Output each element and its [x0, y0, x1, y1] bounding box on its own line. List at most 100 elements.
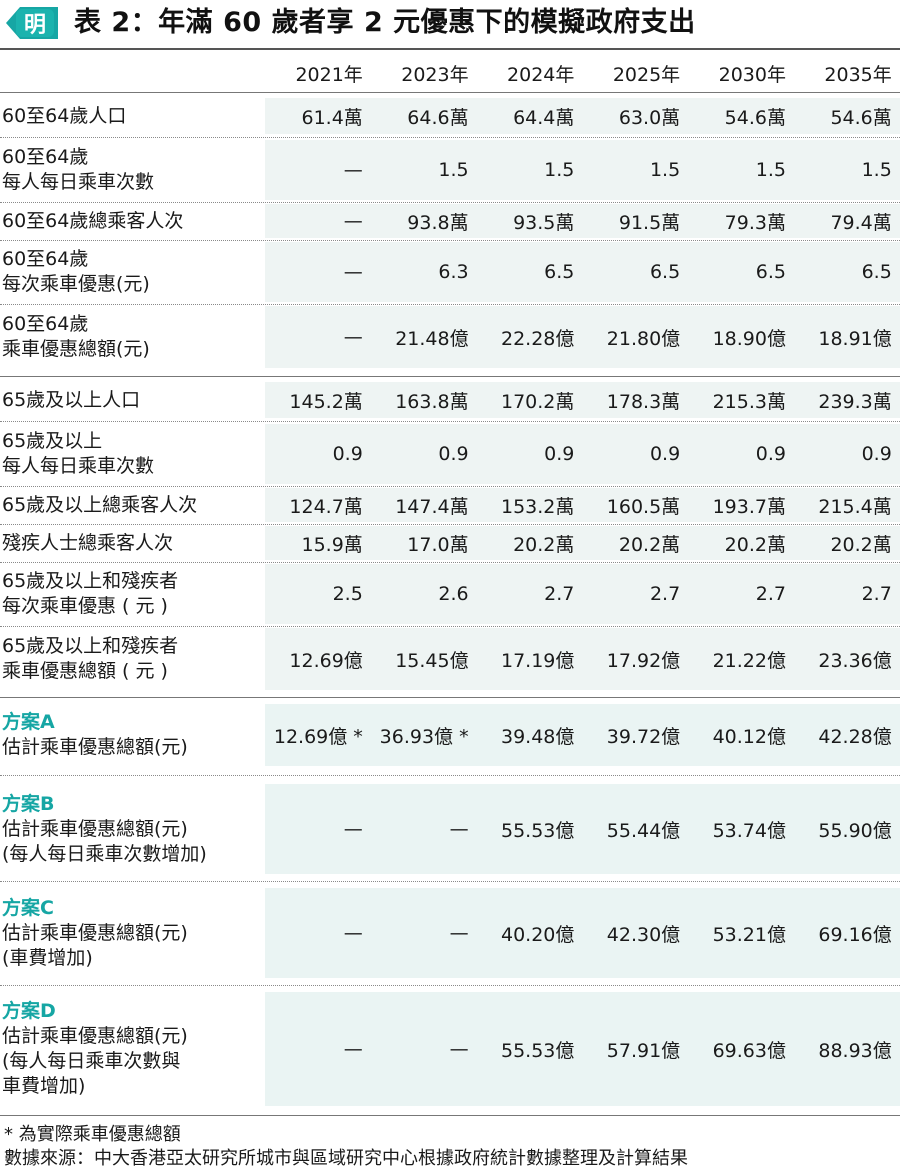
table-cell: 55.53億 — [500, 1039, 575, 1062]
table-cell: 57.91億 — [606, 1039, 681, 1062]
row-label: 60至64歲 每人每日乘車次數 — [2, 140, 264, 200]
table-cell: 160.5萬 — [606, 495, 681, 518]
table-cell: 163.8萬 — [395, 390, 469, 413]
row-cells: — 93.8萬 93.5萬 91.5萬 79.3萬 79.4萬 — [265, 204, 900, 238]
row-label-line: (每人每日乘車次數與 — [2, 1050, 181, 1072]
scheme-label: 方案C — [2, 896, 54, 919]
table-cell: 170.2萬 — [500, 390, 575, 413]
row-label-line: 估計乘車優惠總額(元) — [2, 736, 188, 758]
table-cell: — — [343, 159, 363, 181]
row-label-line: 60至64歲 — [2, 146, 89, 168]
table-cell: 18.90億 — [712, 327, 786, 350]
table-cell: 54.6萬 — [724, 106, 786, 129]
table-cell: 193.7萬 — [712, 495, 786, 518]
table-cell: 40.12億 — [712, 725, 786, 748]
table-cell: 17.0萬 — [407, 533, 469, 556]
table-cell: — — [449, 922, 469, 944]
table-cell: 2.6 — [438, 583, 469, 605]
logo-text: 明 — [24, 12, 46, 38]
column-header: 2035年 — [824, 63, 892, 86]
table-cell: — — [343, 326, 363, 348]
table-cell: 0.9 — [544, 443, 575, 465]
row-label-line: 65歲及以上和殘疾者 — [2, 635, 179, 657]
row-label-line: 每次乘車優惠(元) — [2, 273, 150, 295]
table-cell: 1.5 — [649, 159, 681, 181]
table-cell: 239.3萬 — [818, 390, 892, 413]
table-row: 65歲及以上人口 145.2萬 163.8萬 170.2萬 178.3萬 215.3萬 23… — [0, 382, 900, 418]
table-cell: 39.48億 — [500, 725, 575, 748]
page-title: 表 2：年滿 60 歲者享 2 元優惠下的模擬政府支出 — [74, 7, 696, 38]
table-row: 65歲及以上和殘疾者 每次乘車優惠 ( 元 ) 2.5 2.6 2.7 2.7 2.7 2.7 — [0, 564, 900, 624]
table-cell: 42.30億 — [606, 923, 681, 946]
table-cell: 17.19億 — [500, 649, 575, 672]
table-cell: 20.2萬 — [618, 533, 681, 556]
row-label-line: 每人每日乘車次數 — [2, 455, 155, 477]
row-label: 65歲及以上人口 — [2, 382, 264, 418]
table-cell: 147.4萬 — [395, 495, 469, 518]
table-cell: 61.4萬 — [301, 106, 363, 129]
row-cells: — — 55.53億 57.91億 69.63億 88.93億 — [265, 992, 900, 1106]
table-cell: 93.8萬 — [407, 211, 469, 234]
table-row: 殘疾人士總乘客人次 15.9萬 17.0萬 20.2萬 20.2萬 20.2萬 20.2萬 — [0, 526, 900, 560]
table-cell: 12.69億 * — [273, 725, 363, 748]
table-cell: 2.7 — [755, 583, 786, 605]
row-cells: 61.4萬 64.6萬 64.4萬 63.0萬 54.6萬 54.6萬 — [265, 98, 900, 134]
table-cell: 79.3萬 — [724, 211, 786, 234]
row-label-line: (車費增加) — [2, 946, 93, 969]
table-cell: 69.16億 — [818, 923, 892, 946]
table-cell: 39.72億 — [606, 725, 681, 748]
table-cell: 6.5 — [861, 261, 892, 283]
table-cell: 6.3 — [438, 261, 469, 283]
row-label: 65歲及以上 每人每日乘車次數 — [2, 424, 264, 484]
title-rule — [0, 48, 900, 50]
row-label-line: 60至64歲總乘客人次 — [2, 209, 184, 232]
table-row: 方案C 估計乘車優惠總額(元) (車費增加) — — 40.20億 42.30億 53.21億… — [0, 888, 900, 978]
table-cell: 22.28億 — [500, 327, 575, 350]
table-cell: 12.69億 — [289, 649, 363, 672]
table-cell: 2.7 — [544, 583, 575, 605]
table-cell: — — [449, 818, 469, 840]
table-cell: 0.9 — [438, 443, 469, 465]
table-cell: 64.6萬 — [407, 106, 469, 129]
table-cell: — — [343, 922, 363, 944]
table-cell: 40.20億 — [500, 923, 575, 946]
table-cell: — — [343, 1038, 363, 1060]
table-cell: 0.9 — [755, 443, 786, 465]
row-label-line: (每人每日乘車次數增加) — [2, 842, 207, 865]
row-cells: 12.69億 15.45億 17.19億 17.92億 21.22億 23.36億 — [265, 628, 900, 690]
row-divider — [0, 304, 900, 305]
row-cells: 124.7萬 147.4萬 153.2萬 160.5萬 193.7萬 215.4萬 — [265, 488, 900, 522]
table-cell: 91.5萬 — [618, 211, 681, 234]
row-label-line: 乘車優惠總額(元) — [2, 338, 150, 360]
table-cell: 79.4萬 — [830, 211, 892, 234]
table-cell: 69.63億 — [712, 1039, 786, 1062]
row-label-line: 60至64歲人口 — [2, 104, 127, 127]
scheme-label: 方案D — [2, 1000, 56, 1022]
row-cells: — 6.3 6.5 6.5 6.5 6.5 — [265, 242, 900, 302]
row-label-line: 65歲及以上和殘疾者 — [2, 570, 179, 592]
ming-pao-logo: 明 — [2, 5, 60, 41]
column-header: 2021年 — [295, 63, 363, 86]
table-cell: 1.5 — [438, 159, 469, 181]
row-label-line: 60至64歲 — [2, 313, 89, 335]
table-cell: 2.5 — [332, 583, 363, 605]
table-cell: 18.91億 — [818, 327, 892, 350]
row-divider — [0, 202, 900, 203]
row-label-line: 每次乘車優惠 ( 元 ) — [2, 595, 168, 617]
row-cells: — 1.5 1.5 1.5 1.5 1.5 — [265, 140, 900, 200]
table-header-row: 2021年 2023年 2024年 2025年 2030年 2035年 — [0, 56, 900, 90]
table-cell: 6.5 — [544, 261, 575, 283]
scheme-label: 方案A — [2, 711, 55, 733]
table-cell: 53.21億 — [712, 923, 786, 946]
row-cells: — — 55.53億 55.44億 53.74億 55.90億 — [265, 784, 900, 874]
header-rule — [0, 92, 900, 93]
table-cell: 20.2萬 — [830, 533, 892, 556]
scheme-label: 方案B — [2, 792, 55, 815]
row-cells: 15.9萬 17.0萬 20.2萬 20.2萬 20.2萬 20.2萬 — [265, 526, 900, 560]
table-cell: 0.9 — [332, 443, 363, 465]
row-cells: 12.69億 * 36.93億 * 39.48億 39.72億 40.12億 42.28億 — [265, 704, 900, 766]
row-divider — [0, 881, 900, 882]
table-cell: 1.5 — [544, 159, 575, 181]
table-cell: 1.5 — [755, 159, 786, 181]
row-label-line: 車費增加) — [2, 1075, 86, 1097]
